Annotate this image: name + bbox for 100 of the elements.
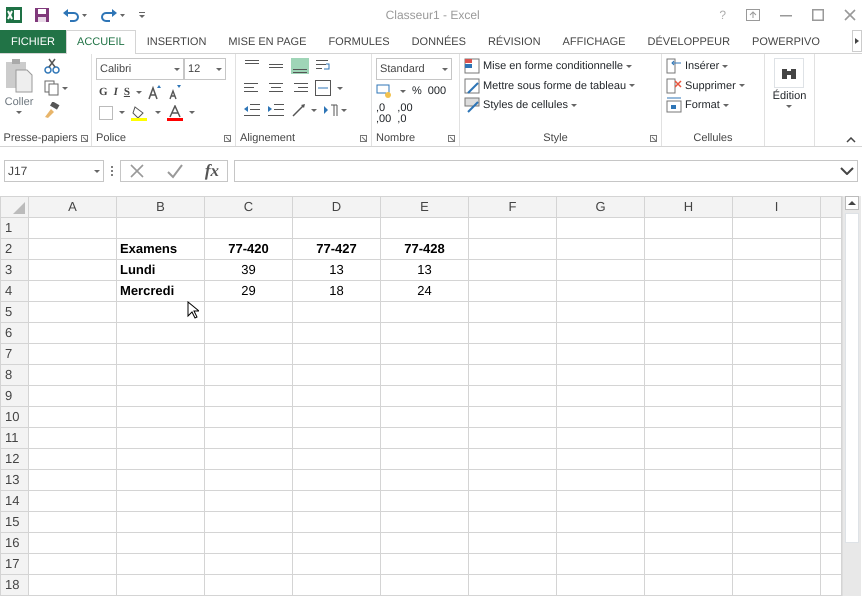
formula-input[interactable]	[234, 160, 858, 182]
save-icon[interactable]	[34, 7, 50, 23]
orientation-icon[interactable]	[291, 102, 317, 118]
ribbon-tab[interactable]: FICHIER	[0, 30, 66, 53]
enter-icon[interactable]	[166, 163, 184, 179]
paste-button[interactable]: Coller	[4, 94, 34, 110]
collapse-ribbon-icon[interactable]	[846, 137, 856, 143]
caret-icon[interactable]	[136, 90, 142, 94]
expand-icon[interactable]	[840, 167, 854, 175]
ribbon-tab[interactable]: DÉVELOPPEUR	[636, 30, 742, 53]
scroll-up-icon[interactable]	[845, 196, 859, 210]
decrease-decimal-button[interactable]: ,00 ,0	[397, 102, 413, 124]
ribbon-tab[interactable]: ACCUEIL	[66, 30, 136, 54]
caret-icon[interactable]	[216, 68, 222, 70]
row-header[interactable]: 5	[0, 301, 28, 322]
scissors-icon[interactable]	[44, 58, 60, 74]
dialog-launcher-icon[interactable]	[80, 134, 88, 142]
customize-toolbar-icon[interactable]	[138, 11, 146, 19]
row-header[interactable]: 10	[0, 406, 28, 427]
ribbon-tab[interactable]: FORMULES	[317, 30, 401, 53]
insert-cells-button[interactable]: Insérer	[666, 58, 760, 74]
row-header[interactable]: 9	[0, 385, 28, 406]
scrollbar-thumb[interactable]	[845, 213, 859, 543]
fill-color-icon[interactable]	[131, 104, 149, 120]
close-icon[interactable]	[844, 9, 856, 21]
dialog-launcher-icon[interactable]	[448, 134, 455, 142]
ribbon-tab[interactable]: AFFICHAGE	[552, 30, 636, 53]
name-box[interactable]: J17	[4, 160, 104, 182]
format-as-table-button[interactable]: Mettre sous forme de tableau	[464, 78, 657, 94]
align-bottom-icon[interactable]	[291, 58, 309, 74]
underline-button[interactable]: S	[124, 84, 130, 100]
row-header[interactable]: 13	[0, 469, 28, 490]
format-painter-icon[interactable]	[44, 102, 60, 118]
cancel-icon[interactable]	[129, 163, 145, 179]
italic-button[interactable]: I	[114, 84, 118, 100]
ribbon-tab[interactable]: DONNÉES	[400, 30, 477, 53]
row-header[interactable]: 7	[0, 343, 28, 364]
ribbon-display-icon[interactable]	[746, 9, 760, 21]
scroll-right-icon[interactable]	[852, 30, 862, 52]
undo-icon[interactable]	[62, 7, 88, 23]
row-header[interactable]: 14	[0, 490, 28, 511]
row-header[interactable]: 8	[0, 364, 28, 385]
more-options-icon[interactable]	[110, 165, 114, 177]
row-header[interactable]: 4	[0, 280, 28, 301]
column-header[interactable]: E	[380, 196, 468, 217]
column-header[interactable]: D	[292, 196, 380, 217]
caret-icon[interactable]	[94, 170, 100, 172]
column-header[interactable]: A	[28, 196, 116, 217]
ribbon-tab[interactable]: RÉVISION	[476, 30, 552, 53]
row-header[interactable]: 1	[0, 217, 28, 238]
column-header[interactable]: C	[204, 196, 292, 217]
column-header[interactable]: H	[644, 196, 732, 217]
column-header[interactable]: B	[116, 196, 204, 217]
format-cells-button[interactable]: Format	[666, 97, 760, 114]
shrink-font-icon[interactable]	[168, 84, 182, 100]
column-header[interactable]: I	[732, 196, 820, 217]
column-header[interactable]: G	[556, 196, 644, 217]
caret-icon[interactable]	[16, 110, 22, 114]
paste-icon[interactable]	[4, 58, 34, 94]
ribbon-tab[interactable]: INSERTION	[136, 30, 218, 53]
row-header[interactable]: 6	[0, 322, 28, 343]
caret-icon[interactable]	[119, 111, 125, 114]
increase-decimal-button[interactable]: ,0 ,00	[376, 102, 392, 124]
row-header[interactable]: 18	[0, 574, 28, 595]
caret-icon[interactable]	[400, 90, 406, 93]
font-size-dropdown[interactable]: 12	[184, 58, 226, 80]
maximize-icon[interactable]	[812, 9, 824, 21]
redo-icon[interactable]	[100, 7, 126, 23]
borders-icon[interactable]	[99, 106, 113, 120]
cell-styles-button[interactable]: Styles de cellules	[464, 97, 657, 114]
bold-button[interactable]: G	[99, 84, 108, 100]
merge-center-icon[interactable]	[315, 80, 331, 96]
decrease-indent-icon[interactable]	[243, 103, 261, 117]
ribbon-tab[interactable]: MISE EN PAGE	[217, 30, 318, 53]
accounting-format-icon[interactable]	[376, 83, 394, 100]
row-header[interactable]: 17	[0, 553, 28, 574]
caret-icon[interactable]	[189, 111, 195, 114]
font-name-dropdown[interactable]: Calibri	[96, 58, 184, 80]
caret-icon[interactable]	[442, 68, 448, 70]
percent-button[interactable]: %	[412, 83, 422, 100]
row-header[interactable]: 16	[0, 532, 28, 553]
dialog-launcher-icon[interactable]	[224, 134, 231, 142]
copy-icon[interactable]	[44, 80, 68, 96]
delete-cells-button[interactable]: Supprimer	[666, 78, 760, 94]
number-format-dropdown[interactable]: Standard	[376, 58, 452, 80]
text-direction-icon[interactable]	[323, 103, 347, 117]
column-header[interactable]: F	[468, 196, 556, 217]
caret-icon[interactable]	[155, 111, 161, 114]
caret-icon[interactable]	[174, 68, 180, 70]
dialog-launcher-icon[interactable]	[650, 134, 657, 142]
conditional-formatting-button[interactable]: Mise en forme conditionnelle	[464, 58, 657, 74]
row-header[interactable]: 15	[0, 511, 28, 532]
row-header[interactable]: 11	[0, 427, 28, 448]
ribbon-tab[interactable]: POWERPIVO	[741, 30, 831, 53]
caret-icon[interactable]	[337, 86, 343, 90]
dialog-launcher-icon[interactable]	[360, 134, 367, 142]
increase-indent-icon[interactable]	[267, 103, 285, 117]
insert-function-button[interactable]: fx	[204, 158, 219, 184]
row-header[interactable]: 3	[0, 259, 28, 280]
grow-font-icon[interactable]	[148, 84, 162, 100]
